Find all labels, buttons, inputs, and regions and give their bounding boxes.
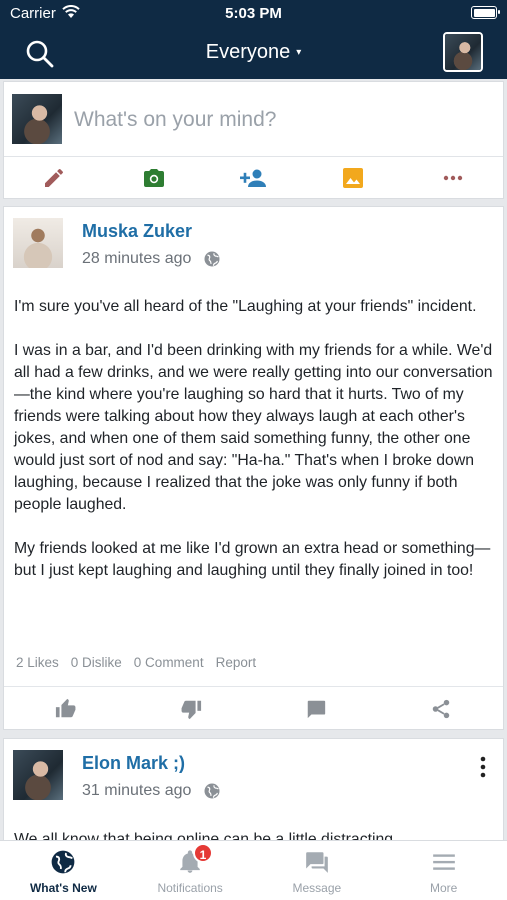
post-stats: 2 Likes 0 Dislike 0 Comment Report bbox=[16, 655, 256, 670]
tag-friend-button[interactable] bbox=[204, 157, 304, 199]
author-name[interactable]: Muska Zuker bbox=[82, 221, 192, 242]
dislike-button[interactable] bbox=[129, 687, 254, 730]
comments-count[interactable]: 0 Comment bbox=[134, 655, 204, 670]
more-options-button[interactable] bbox=[403, 157, 503, 199]
feed-post: Muska Zuker 28 minutes ago I'm sure you'… bbox=[3, 206, 504, 730]
composer-input[interactable]: What's on your mind? bbox=[74, 108, 276, 132]
composer-actions bbox=[4, 157, 503, 199]
post-time: 28 minutes ago bbox=[82, 250, 192, 267]
author-avatar[interactable] bbox=[13, 218, 63, 268]
pencil-icon bbox=[44, 168, 63, 187]
thumbs-down-icon bbox=[181, 700, 202, 719]
tab-notifications[interactable]: 1 Notifications bbox=[127, 841, 254, 900]
globe-icon bbox=[204, 783, 220, 799]
status-bar: Carrier 5:03 PM bbox=[0, 0, 507, 28]
post-paragraph: I'm sure you've all heard of the "Laughi… bbox=[14, 298, 477, 315]
share-button[interactable] bbox=[378, 687, 503, 730]
comment-icon bbox=[307, 700, 326, 718]
thumbs-up-icon bbox=[56, 698, 76, 717]
post-paragraph: My friends looked at me like I'd grown a… bbox=[14, 540, 491, 579]
post-composer: What's on your mind? bbox=[3, 81, 504, 199]
page-title: Everyone bbox=[205, 41, 291, 63]
status-time: 5:03 PM bbox=[225, 5, 282, 22]
write-post-button[interactable] bbox=[4, 157, 104, 199]
post-options-icon[interactable] bbox=[479, 755, 487, 779]
photo-button[interactable] bbox=[303, 157, 403, 199]
camera-icon bbox=[143, 169, 164, 187]
image-icon bbox=[343, 168, 364, 188]
dislikes-count[interactable]: 0 Dislike bbox=[71, 655, 122, 670]
avatar bbox=[12, 94, 62, 144]
tab-label: Message bbox=[292, 881, 342, 895]
like-button[interactable] bbox=[4, 687, 129, 730]
post-meta: 28 minutes ago bbox=[82, 250, 221, 268]
chevron-down-icon: ▾ bbox=[296, 47, 302, 59]
battery-icon bbox=[471, 6, 500, 19]
notification-badge: 1 bbox=[192, 843, 214, 863]
menu-icon bbox=[432, 854, 455, 870]
tab-message[interactable]: Message bbox=[254, 841, 381, 900]
top-bar: Carrier 5:03 PM Everyone ▾ bbox=[0, 0, 507, 79]
tab-whats-new[interactable]: What's New bbox=[0, 841, 127, 900]
audience-selector[interactable]: Everyone ▾ bbox=[0, 41, 507, 64]
share-icon bbox=[432, 699, 449, 718]
post-text: I'm sure you've all heard of the "Laughi… bbox=[14, 296, 493, 604]
author-avatar[interactable] bbox=[13, 750, 63, 800]
avatar-image bbox=[445, 34, 481, 70]
globe-icon bbox=[52, 850, 75, 874]
likes-count[interactable]: 2 Likes bbox=[16, 655, 59, 670]
tab-label: Notifications bbox=[157, 881, 223, 895]
profile-avatar[interactable] bbox=[443, 32, 483, 72]
post-meta: 31 minutes ago bbox=[82, 782, 221, 800]
bottom-nav: What's New 1 Notifications Message More bbox=[0, 840, 507, 900]
globe-icon bbox=[204, 251, 220, 267]
tab-more[interactable]: More bbox=[380, 841, 507, 900]
post-time: 31 minutes ago bbox=[82, 782, 192, 799]
more-icon bbox=[443, 175, 463, 181]
post-actions bbox=[4, 687, 503, 730]
camera-button[interactable] bbox=[104, 157, 204, 199]
add-person-icon bbox=[240, 169, 267, 187]
tab-label: More bbox=[429, 881, 458, 895]
author-name[interactable]: Elon Mark ;) bbox=[82, 753, 185, 774]
chat-icon bbox=[306, 852, 328, 873]
tab-label: What's New bbox=[29, 881, 97, 895]
report-link[interactable]: Report bbox=[216, 655, 257, 670]
post-paragraph: I was in a bar, and I'd been drinking wi… bbox=[14, 342, 493, 513]
comment-button[interactable] bbox=[254, 687, 379, 730]
